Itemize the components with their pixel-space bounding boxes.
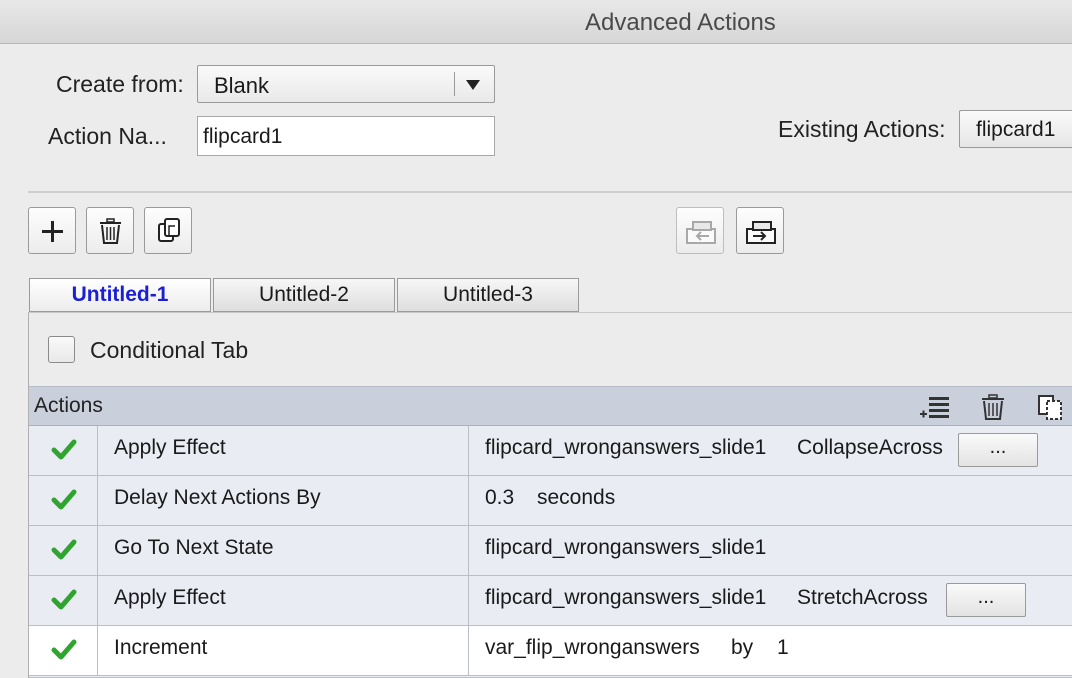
tab-untitled-1[interactable]: Untitled-1 (29, 278, 211, 312)
conditional-tab-checkbox[interactable] (48, 336, 75, 363)
action-detail: StretchAcross (797, 586, 928, 609)
import-icon (686, 221, 716, 244)
create-from-value: Blank (214, 73, 270, 98)
row-action-cell: Increment (98, 626, 469, 676)
trash-icon[interactable] (979, 393, 1007, 421)
more-options-button[interactable]: ... (946, 583, 1026, 617)
action-detail: seconds (537, 486, 616, 509)
action-target: 0.3 (485, 486, 515, 509)
conditional-tab-label: Conditional Tab (90, 337, 249, 363)
action-name-label: Action Na... (48, 123, 167, 149)
more-options-button[interactable]: ... (958, 433, 1038, 467)
checkmark-icon (51, 639, 77, 660)
table-row[interactable]: Delay Next Actions By 0.3 seconds (29, 476, 1072, 526)
action-target: flipcard_wronganswers_slide1 (485, 536, 767, 559)
row-action-cell: Delay Next Actions By (98, 476, 469, 526)
export-icon (746, 221, 776, 244)
action-label: Go To Next State (114, 536, 274, 559)
table-row[interactable]: Apply Effect flipcard_wronganswers_slide… (29, 576, 1072, 626)
plus-icon (42, 221, 63, 242)
dropdown-separator (454, 72, 455, 96)
table-row[interactable]: Go To Next State flipcard_wronganswers_s… (29, 526, 1072, 576)
action-label: Apply Effect (114, 586, 226, 609)
row-status-cell (29, 426, 98, 476)
row-params-cell: 0.3 seconds (469, 476, 1072, 526)
actions-header: Actions (29, 386, 1072, 426)
row-status-cell (29, 526, 98, 576)
checkmark-icon (51, 539, 77, 560)
duplicate-icon (158, 218, 180, 242)
table-row[interactable]: Apply Effect flipcard_wronganswers_slide… (29, 426, 1072, 476)
checkmark-icon (51, 589, 77, 610)
action-label: Increment (114, 636, 208, 659)
action-label: Delay Next Actions By (114, 486, 321, 509)
row-status-cell (29, 576, 98, 626)
action-name-field[interactable]: flipcard1 (197, 116, 495, 156)
existing-actions-label: Existing Actions: (778, 116, 946, 142)
export-button[interactable] (736, 207, 784, 254)
action-target: flipcard_wronganswers_slide1 (485, 436, 767, 459)
checkmark-icon (51, 439, 77, 460)
checkmark-icon (51, 489, 77, 510)
row-action-cell: Go To Next State (98, 526, 469, 576)
table-row[interactable]: Increment var_flip_wronganswers by 1 (29, 626, 1072, 676)
import-button[interactable] (676, 207, 724, 254)
copy-icon[interactable] (1035, 393, 1065, 421)
row-status-cell (29, 626, 98, 676)
trash-icon (100, 218, 121, 244)
delete-action-button[interactable] (86, 207, 134, 254)
action-target: flipcard_wronganswers_slide1 (485, 586, 767, 609)
title-bar: Advanced Actions (0, 0, 1072, 44)
window-title: Advanced Actions (585, 9, 776, 36)
chevron-down-icon[interactable] (466, 80, 480, 90)
action-label: Apply Effect (114, 436, 226, 459)
action-value: 1 (777, 636, 789, 659)
row-params-cell: var_flip_wronganswers by 1 (469, 626, 1072, 676)
duplicate-action-button[interactable] (144, 207, 192, 254)
create-from-label: Create from: (56, 71, 184, 97)
row-status-cell (29, 476, 98, 526)
row-params-cell: flipcard_wronganswers_slide1 StretchAcro… (469, 576, 1072, 626)
divider (28, 191, 1072, 193)
row-action-cell: Apply Effect (98, 426, 469, 476)
row-params-cell: flipcard_wronganswers_slide1 (469, 526, 1072, 576)
tab-untitled-2[interactable]: Untitled-2 (213, 278, 395, 312)
tab-untitled-3[interactable]: Untitled-3 (397, 278, 579, 312)
create-from-dropdown[interactable]: Blank (197, 65, 495, 103)
actions-header-label: Actions (34, 394, 103, 417)
insert-row-icon[interactable] (917, 393, 953, 421)
row-action-cell: Apply Effect (98, 576, 469, 626)
action-target: var_flip_wronganswers (485, 636, 700, 659)
existing-actions-dropdown[interactable]: flipcard1 (959, 110, 1072, 148)
row-params-cell: flipcard_wronganswers_slide1 CollapseAcr… (469, 426, 1072, 476)
action-detail: by (731, 636, 754, 659)
action-detail: CollapseAcross (797, 436, 943, 459)
add-action-button[interactable] (28, 207, 76, 254)
